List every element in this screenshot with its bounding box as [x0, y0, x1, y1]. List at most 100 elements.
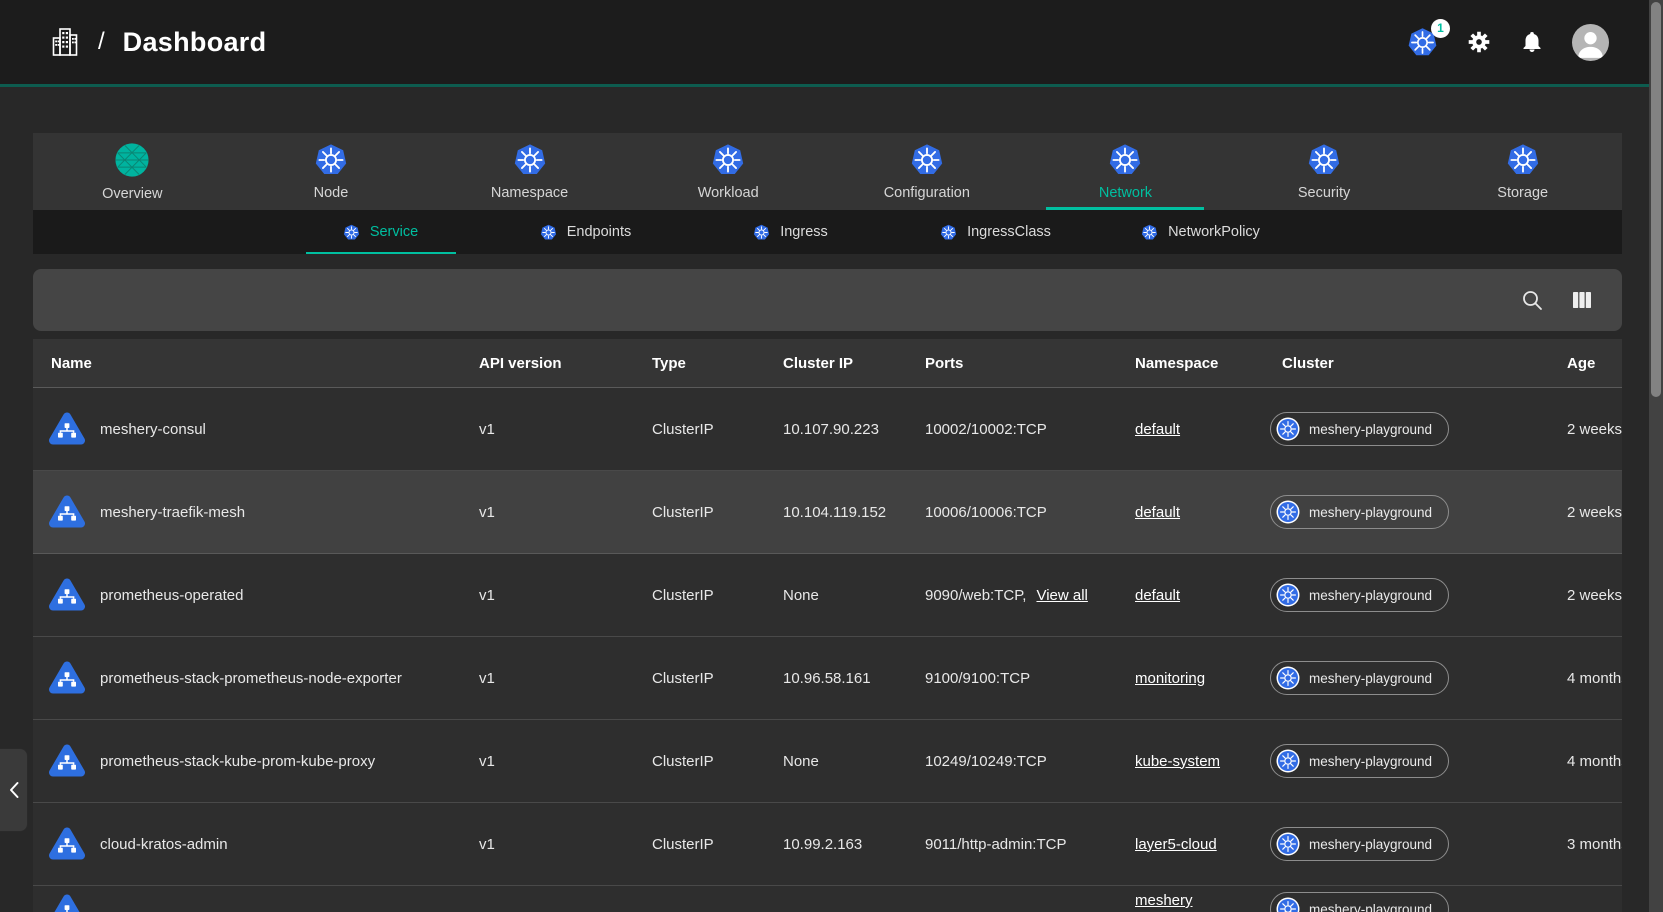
namespace-cell: monitoring — [1135, 670, 1270, 687]
table-row[interactable]: prometheus-stack-kube-prom-kube-proxyv1C… — [33, 720, 1622, 803]
cluster-chip[interactable]: meshery-playground — [1270, 412, 1449, 446]
ports-cell: 9011/http-admin:TCP — [925, 836, 1135, 853]
type-cell: ClusterIP — [652, 421, 783, 438]
column-header-cluster-ip[interactable]: Cluster IP — [783, 355, 925, 372]
subtab-networkpolicy[interactable]: NetworkPolicy — [1098, 210, 1303, 254]
breadcrumb-separator: / — [98, 28, 105, 56]
cluster-chip[interactable]: meshery-playground — [1270, 661, 1449, 695]
table-row[interactable]: prometheus-operatedv1ClusterIPNone9090/w… — [33, 554, 1622, 637]
kubernetes-context-button[interactable]: 1 — [1407, 27, 1438, 58]
namespace-link[interactable]: meshery — [1135, 892, 1193, 909]
age-cell: 2 weeks — [1534, 421, 1622, 438]
namespace-link[interactable]: layer5-cloud — [1135, 836, 1217, 853]
sidebar-collapse-toggle[interactable] — [0, 748, 28, 832]
cluster-name: meshery-playground — [1309, 505, 1432, 520]
cluster-chip[interactable]: meshery-playground — [1270, 827, 1449, 861]
ports-cell: 10006/10006:TCP — [925, 504, 1135, 521]
cluster-cell: meshery-playground — [1270, 892, 1534, 912]
column-header-api-version[interactable]: API version — [479, 355, 652, 372]
notifications-button[interactable] — [1520, 30, 1544, 54]
tab-storage[interactable]: Storage — [1423, 133, 1622, 210]
namespace-link[interactable]: monitoring — [1135, 670, 1205, 687]
subtab-service[interactable]: Service — [278, 210, 483, 254]
service-icon — [48, 742, 86, 780]
kubernetes-icon — [1141, 224, 1158, 241]
page-scrollbar[interactable] — [1649, 0, 1663, 912]
tab-network[interactable]: Network — [1026, 133, 1225, 210]
table-row[interactable]: cloud-kratos-adminv1ClusterIP10.99.2.163… — [33, 803, 1622, 886]
kubernetes-icon — [711, 143, 745, 177]
table-row[interactable]: meshery-consulv1ClusterIP10.107.90.22310… — [33, 388, 1622, 471]
kubernetes-icon — [1108, 143, 1142, 177]
ports-cell: 9090/web:TCP, View all — [925, 587, 1135, 604]
age-cell: 2 weeks — [1534, 504, 1622, 521]
network-resource-subtabs: ServiceEndpoints Ingress IngressClassNetwo… — [33, 210, 1622, 254]
tab-overview[interactable]: Overview — [33, 133, 232, 210]
subtab-ingress[interactable]: Ingress — [688, 210, 893, 254]
cluster-chip[interactable]: meshery-playground — [1270, 744, 1449, 778]
service-name: prometheus-stack-kube-prom-kube-proxy — [100, 753, 375, 770]
subtab-endpoints[interactable]: Endpoints — [483, 210, 688, 254]
column-header-type[interactable]: Type — [652, 355, 783, 372]
api-version-cell: v1 — [479, 504, 652, 521]
service-name: meshery-traefik-mesh — [100, 504, 245, 521]
namespace-link[interactable]: default — [1135, 421, 1180, 438]
tab-workload[interactable]: Workload — [629, 133, 828, 210]
cluster-name: meshery-playground — [1309, 902, 1432, 912]
ports-text: 10249/10249:TCP — [925, 753, 1047, 770]
person-icon — [1572, 24, 1609, 61]
cluster-chip[interactable]: meshery-playground — [1270, 578, 1449, 612]
table-row[interactable]: prometheus-stack-prometheus-node-exporte… — [33, 637, 1622, 720]
namespace-link[interactable]: default — [1135, 587, 1180, 604]
tab-label: Namespace — [491, 185, 568, 201]
column-header-ports[interactable]: Ports — [925, 355, 1135, 372]
namespace-link[interactable]: default — [1135, 504, 1180, 521]
subtab-label: Ingress — [780, 224, 828, 240]
api-version-cell: v1 — [479, 421, 652, 438]
gear-icon — [1466, 29, 1492, 55]
scrollbar-thumb[interactable] — [1651, 2, 1661, 397]
services-table: NameAPI versionTypeCluster IPPortsNamesp… — [33, 339, 1622, 912]
breadcrumb: / Dashboard — [50, 26, 266, 58]
column-header-age[interactable]: Age — [1534, 355, 1622, 372]
column-header-name[interactable]: Name — [33, 355, 479, 372]
cluster-cell: meshery-playground — [1270, 578, 1534, 612]
tab-namespace[interactable]: Namespace — [430, 133, 629, 210]
table-row[interactable]: meshery meshery-playground — [33, 886, 1622, 912]
tab-node[interactable]: Node — [232, 133, 431, 210]
cluster-cell: meshery-playground — [1270, 827, 1534, 861]
tab-configuration[interactable]: Configuration — [828, 133, 1027, 210]
name-cell: prometheus-stack-kube-prom-kube-proxy — [33, 742, 479, 780]
cluster-chip[interactable]: meshery-playground — [1270, 892, 1449, 912]
name-cell: cloud-kratos-admin — [33, 825, 479, 863]
table-header-row: NameAPI versionTypeCluster IPPortsNamesp… — [33, 339, 1622, 388]
namespace-link[interactable]: kube-system — [1135, 753, 1220, 770]
service-icon — [48, 493, 86, 531]
age-cell: 4 months — [1534, 753, 1622, 770]
kubernetes-icon — [513, 143, 547, 177]
kubernetes-icon — [1276, 500, 1300, 524]
app-root: / Dashboard 1 — [0, 0, 1663, 912]
view-columns-icon — [1570, 288, 1594, 312]
type-cell: ClusterIP — [652, 753, 783, 770]
table-row[interactable]: meshery-traefik-meshv1ClusterIP10.104.11… — [33, 471, 1622, 554]
age-cell: 2 weeks — [1534, 587, 1622, 604]
subtab-ingressclass[interactable]: IngressClass — [893, 210, 1098, 254]
cluster-chip[interactable]: meshery-playground — [1270, 495, 1449, 529]
column-header-namespace[interactable]: Namespace — [1135, 355, 1270, 372]
tab-security[interactable]: Security — [1225, 133, 1424, 210]
name-cell: meshery-traefik-mesh — [33, 493, 479, 531]
tab-label: Node — [314, 185, 349, 201]
cluster-name: meshery-playground — [1309, 588, 1432, 603]
cluster-cell: meshery-playground — [1270, 744, 1534, 778]
ports-cell: 9100/9100:TCP — [925, 670, 1135, 687]
cluster-ip-cell: 10.104.119.152 — [783, 504, 925, 521]
search-button[interactable] — [1520, 288, 1544, 312]
column-header-cluster[interactable]: Cluster — [1270, 355, 1534, 372]
page-title: Dashboard — [123, 27, 267, 58]
settings-button[interactable] — [1466, 29, 1492, 55]
ports-text: 9090/web:TCP, — [925, 587, 1026, 604]
user-avatar-button[interactable] — [1572, 24, 1609, 61]
view-columns-button[interactable] — [1570, 288, 1594, 312]
view-all-ports-link[interactable]: View all — [1036, 587, 1087, 604]
